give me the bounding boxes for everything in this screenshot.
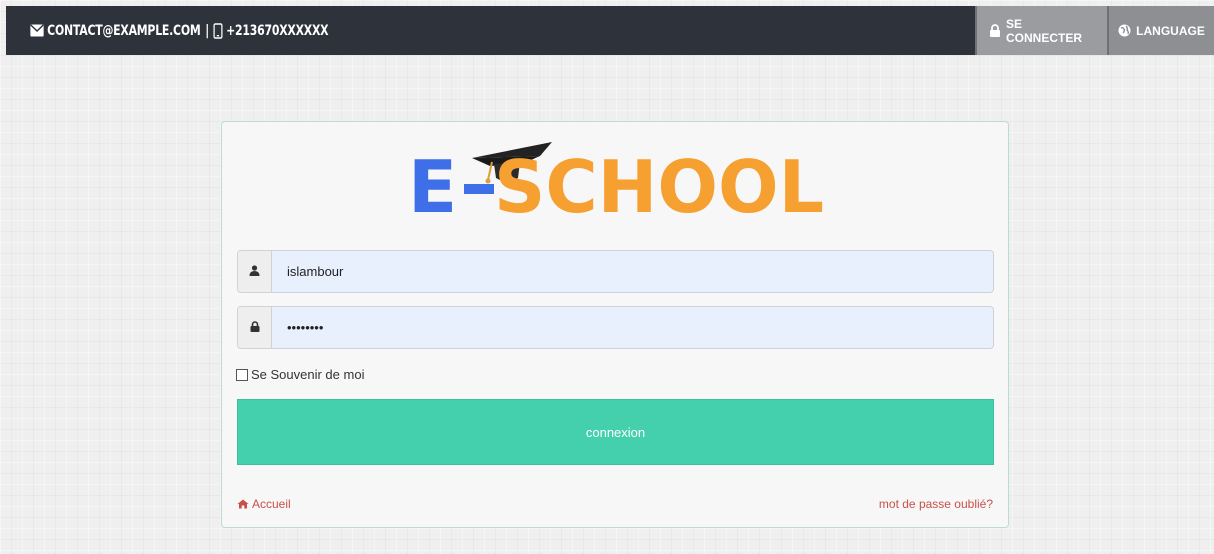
user-icon [249, 263, 260, 281]
logo-word-school: SCHOOL [494, 145, 824, 218]
home-icon [237, 499, 249, 509]
logo-letter-e: E [408, 145, 457, 218]
remember-label: Se Souvenir de moi [251, 367, 365, 382]
login-button[interactable]: SE CONNECTER [975, 6, 1107, 55]
login-card: E SCHOOL Se [221, 121, 1009, 528]
page: CONTACT@EXAMPLE.COM | +213670XXXXXX SE C… [6, 6, 1214, 554]
password-addon [238, 307, 272, 348]
top-bar: CONTACT@EXAMPLE.COM | +213670XXXXXX SE C… [6, 6, 1214, 55]
connexion-button[interactable]: connexion [237, 399, 994, 465]
password-field [237, 306, 994, 349]
e-school-logo: E SCHOOL [402, 134, 832, 229]
contact-separator: | [205, 22, 209, 39]
remember-me[interactable]: Se Souvenir de moi [236, 367, 364, 382]
contact-info: CONTACT@EXAMPLE.COM | +213670XXXXXX [30, 22, 329, 39]
lock-icon [989, 24, 1001, 37]
language-button-label: LANGUAGE [1136, 23, 1205, 38]
contact-email[interactable]: CONTACT@EXAMPLE.COM [47, 23, 201, 39]
top-buttons: SE CONNECTER LANGUAGE [975, 6, 1214, 55]
language-button[interactable]: LANGUAGE [1107, 6, 1214, 55]
password-input[interactable] [272, 307, 993, 348]
username-addon [238, 251, 272, 292]
globe-icon [1118, 24, 1131, 37]
mobile-icon [213, 22, 223, 39]
username-field [237, 250, 994, 293]
remember-checkbox[interactable] [236, 368, 248, 381]
home-link-label: Accueil [252, 497, 291, 511]
username-input[interactable] [272, 251, 993, 292]
lock-icon [250, 319, 260, 337]
home-link[interactable]: Accueil [237, 497, 291, 511]
contact-phone[interactable]: +213670XXXXXX [226, 23, 328, 39]
forgot-password-link[interactable]: mot de passe oublié? [879, 497, 993, 511]
envelope-icon [30, 24, 44, 37]
login-button-label: SE CONNECTER [1006, 16, 1083, 45]
